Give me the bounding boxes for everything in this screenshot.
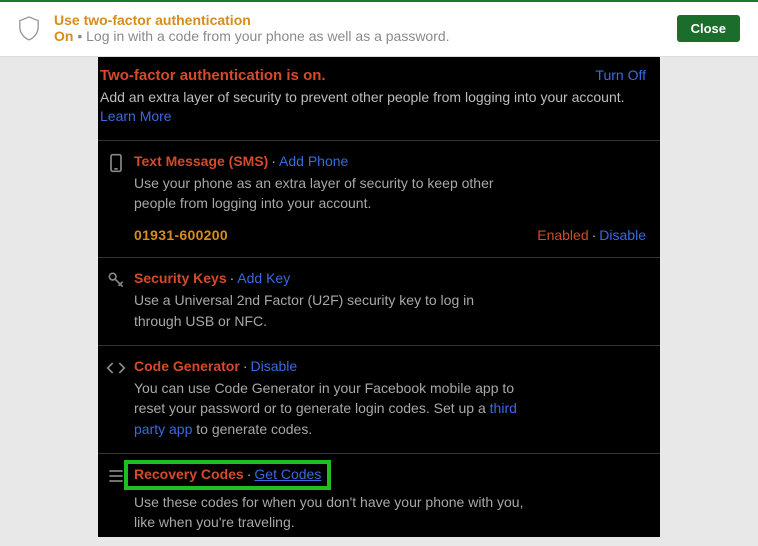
phone-status: Enabled·Disable [537, 227, 646, 243]
add-key-link[interactable]: Add Key [237, 270, 290, 286]
turn-off-link[interactable]: Turn Off [595, 67, 646, 84]
sms-desc: Use your phone as an extra layer of secu… [134, 173, 524, 214]
security-keys-section: Security Keys·Add Key Use a Universal 2n… [98, 257, 660, 345]
security-keys-desc: Use a Universal 2nd Factor (U2F) securit… [134, 290, 524, 331]
enabled-label: Enabled [537, 227, 588, 243]
add-phone-link[interactable]: Add Phone [279, 153, 348, 169]
on-label: On [54, 28, 73, 44]
banner-desc: Log in with a code from your phone as we… [86, 28, 449, 44]
sms-title: Text Message (SMS) [134, 153, 268, 169]
recovery-highlight: Recovery Codes·Get Codes [126, 462, 329, 488]
list-icon [106, 466, 126, 486]
recovery-codes-section: Recovery Codes·Get Codes Use these codes… [98, 453, 660, 546]
code-generator-section: Code Generator·Disable You can use Code … [98, 345, 660, 453]
shield-icon [18, 15, 40, 41]
learn-more-link[interactable]: Learn More [100, 108, 172, 124]
key-icon [106, 270, 126, 290]
two-factor-header: Two-factor authentication is on. Turn Of… [98, 67, 660, 86]
settings-panel: Two-factor authentication is on. Turn Of… [98, 57, 660, 537]
code-icon [106, 358, 126, 378]
banner-text: Use two-factor authentication On • Log i… [54, 12, 663, 44]
recovery-codes-desc: Use these codes for when you don't have … [134, 492, 524, 533]
disable-generator-link[interactable]: Disable [250, 358, 297, 374]
code-generator-desc: You can use Code Generator in your Faceb… [134, 378, 524, 439]
phone-row: 01931-600200 Enabled·Disable [134, 227, 648, 243]
code-generator-title: Code Generator [134, 358, 240, 374]
sms-section: Text Message (SMS)·Add Phone Use your ph… [98, 140, 660, 258]
banner-title: Use two-factor authentication [54, 12, 663, 28]
disable-phone-link[interactable]: Disable [599, 227, 646, 243]
two-factor-desc: Add an extra layer of security to preven… [98, 86, 660, 140]
phone-number: 01931-600200 [134, 227, 228, 243]
security-keys-title: Security Keys [134, 270, 227, 286]
get-codes-link[interactable]: Get Codes [254, 466, 321, 482]
phone-icon [106, 153, 126, 173]
close-button[interactable]: Close [677, 15, 740, 42]
recovery-codes-title: Recovery Codes [134, 466, 244, 482]
two-factor-title: Two-factor authentication is on. [100, 67, 326, 84]
banner: Use two-factor authentication On • Log i… [0, 0, 758, 57]
banner-status: On • Log in with a code from your phone … [54, 28, 663, 44]
